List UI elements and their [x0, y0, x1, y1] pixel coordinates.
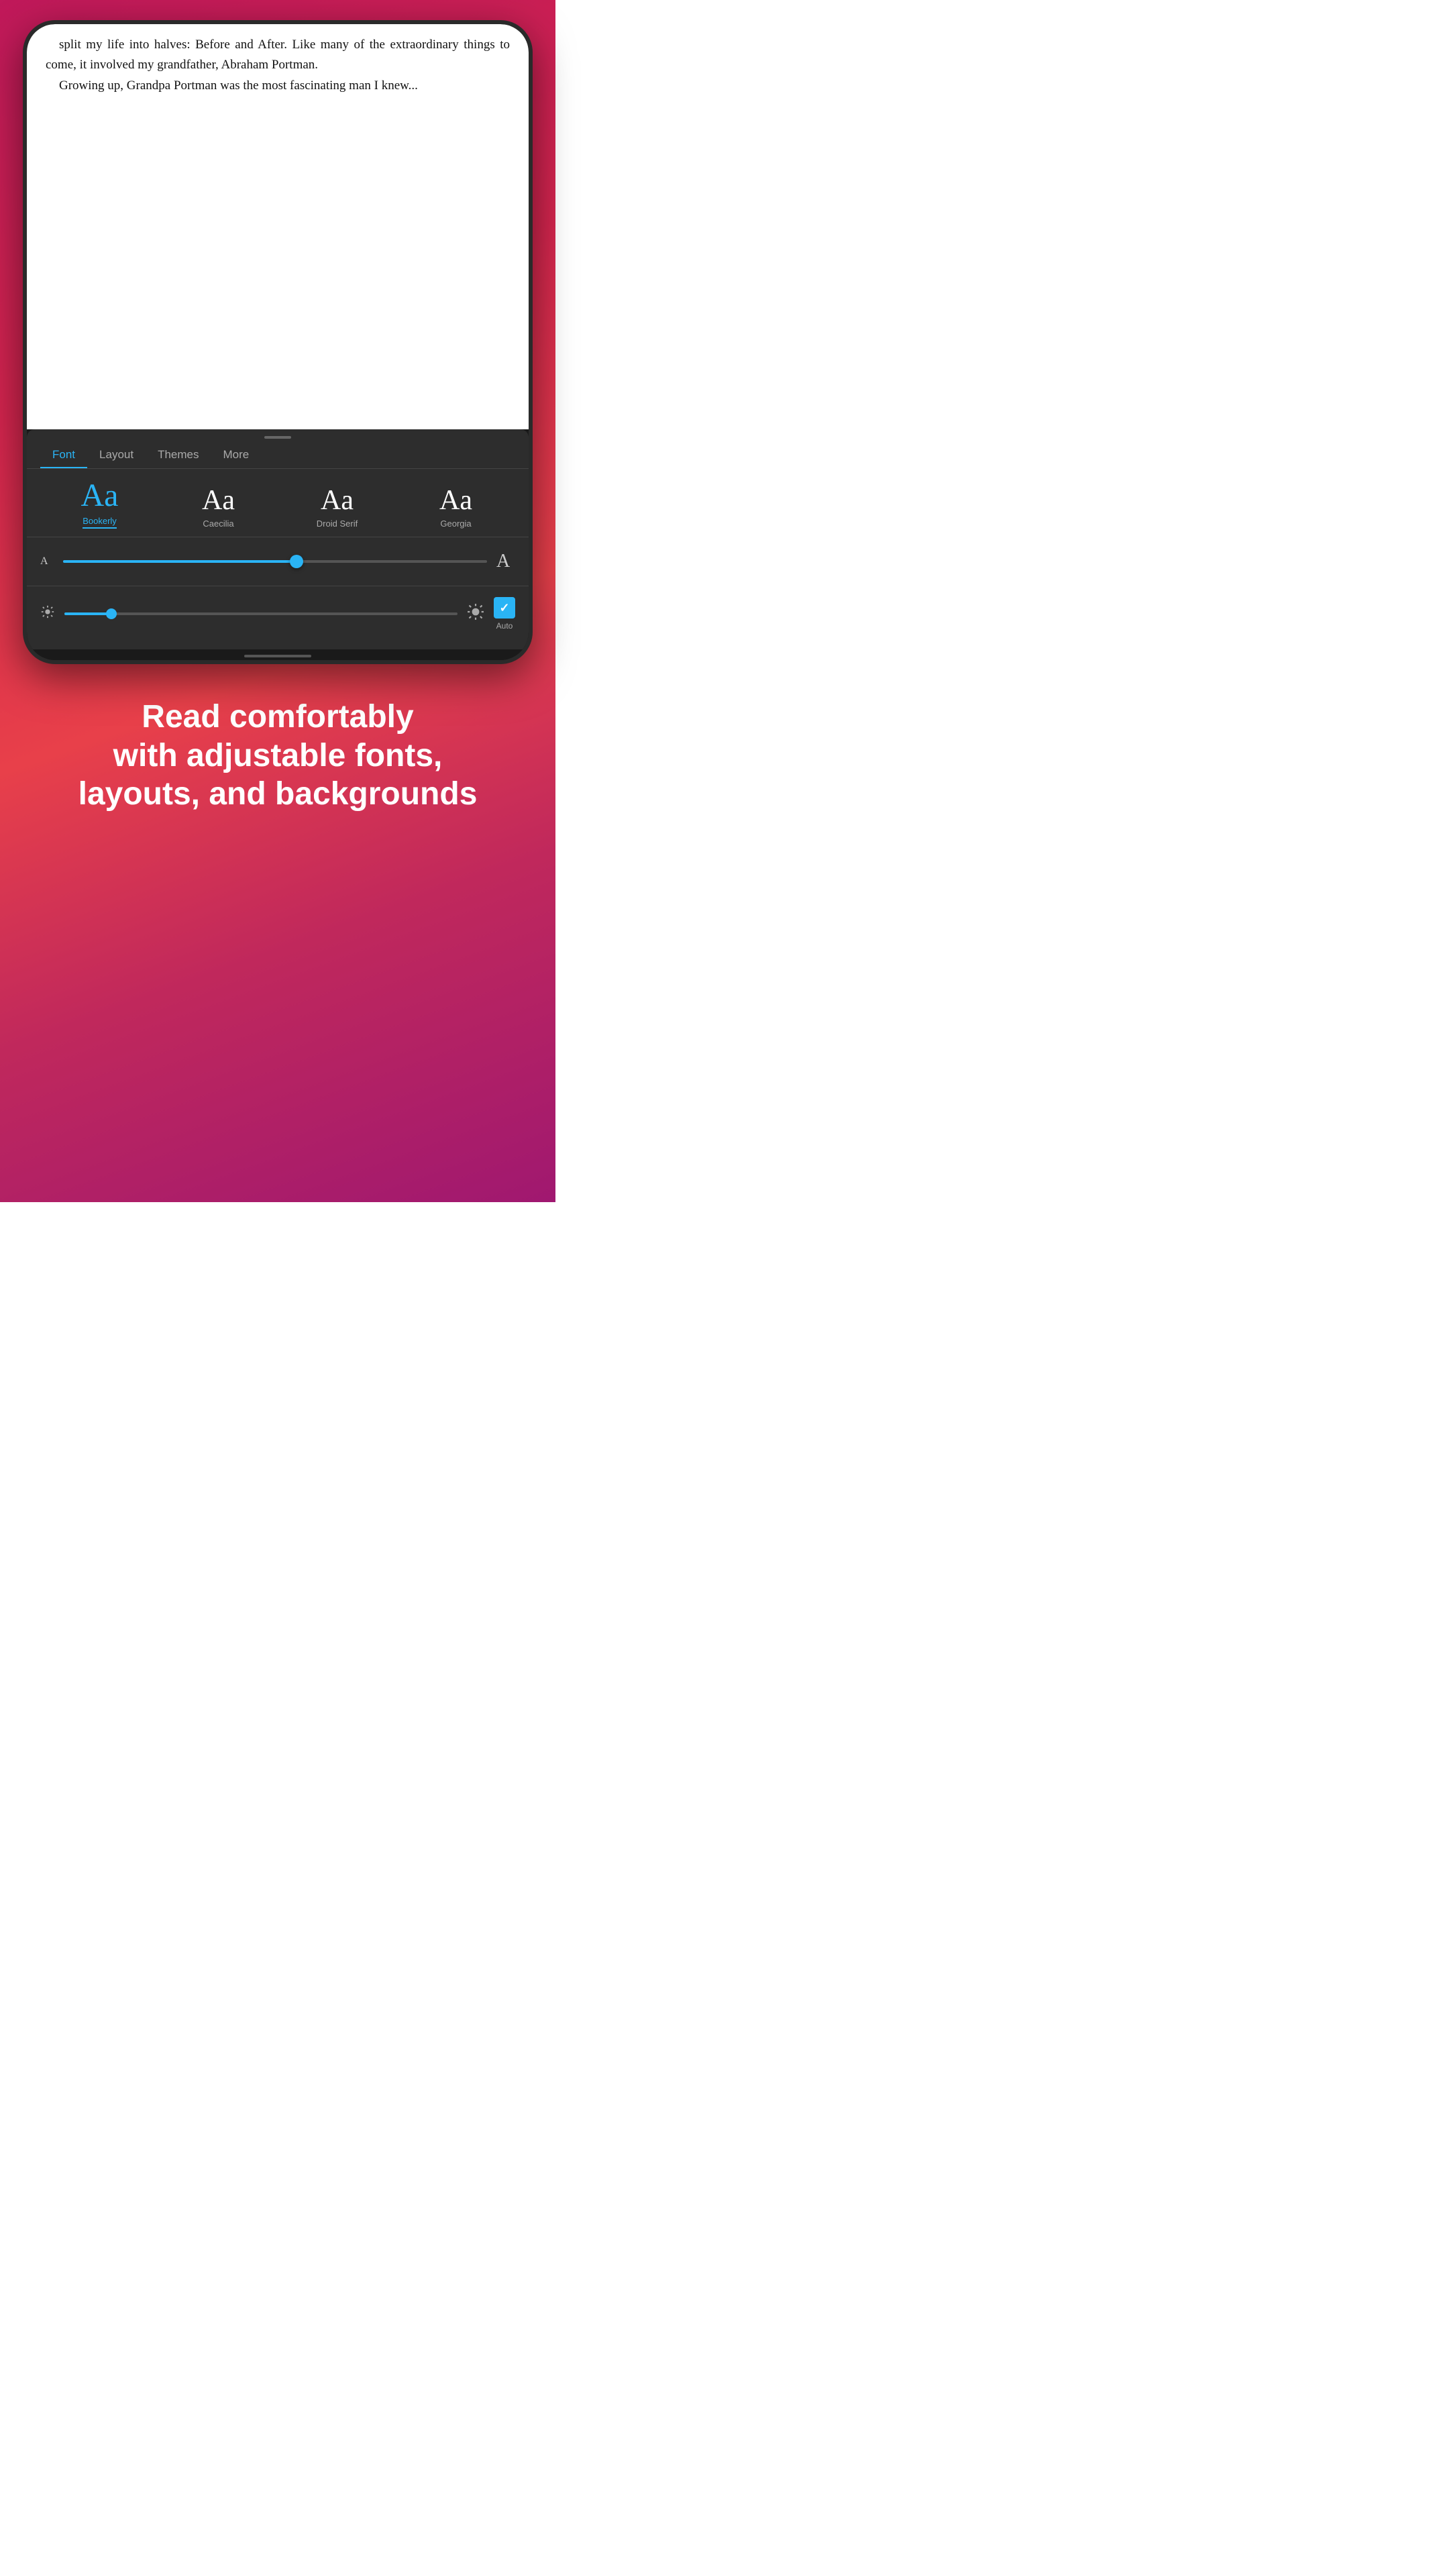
font-sample-georgia: Aa: [439, 486, 472, 515]
font-option-caecilia[interactable]: Aa Caecilia: [159, 486, 278, 529]
font-option-georgia[interactable]: Aa Georgia: [396, 486, 515, 529]
brightness-bright-icon: [467, 603, 484, 625]
background: split my life into halves: Before and Af…: [0, 0, 555, 1202]
bottom-panel: Font Layout Themes More Aa: [27, 429, 529, 649]
drag-handle-bar: [264, 436, 291, 439]
font-sample-bookerly: Aa: [81, 480, 119, 512]
slider-fill: [63, 560, 297, 563]
checkmark-icon: ✓: [499, 601, 509, 615]
drag-handle[interactable]: [27, 429, 529, 441]
brightness-slider[interactable]: [64, 612, 458, 615]
brightness-thumb[interactable]: [106, 608, 117, 619]
font-name-georgia: Georgia: [440, 519, 471, 529]
phone-frame: split my life into halves: Before and Af…: [23, 20, 533, 664]
tabs-bar: Font Layout Themes More: [27, 441, 529, 469]
font-option-droid[interactable]: Aa Droid Serif: [278, 486, 396, 529]
tagline: Read comfortably with adjustable fonts, …: [52, 698, 504, 814]
book-text: split my life into halves: Before and Af…: [46, 35, 510, 96]
font-sample-caecilia: Aa: [202, 486, 235, 515]
size-label-large: A: [496, 551, 515, 572]
font-name-bookerly: Bookerly: [83, 516, 117, 529]
font-name-droid: Droid Serif: [317, 519, 358, 529]
font-option-bookerly[interactable]: Aa Bookerly: [40, 480, 159, 529]
brightness-dim-icon: [40, 604, 55, 623]
home-bar: [244, 655, 311, 657]
book-paragraph-1: split my life into halves: Before and Af…: [46, 35, 510, 76]
tab-themes[interactable]: Themes: [146, 441, 211, 468]
tab-more[interactable]: More: [211, 441, 262, 468]
size-label-small: A: [40, 555, 54, 568]
brightness-row: ✓ Auto: [27, 586, 529, 641]
size-row: A A: [27, 537, 529, 586]
font-name-caecilia: Caecilia: [203, 519, 233, 529]
font-sample-droid: Aa: [321, 486, 354, 515]
brightness-fill: [64, 612, 111, 615]
book-paragraph-2: Growing up, Grandpa Portman was the most…: [46, 76, 510, 96]
checkbox-square: ✓: [494, 597, 515, 619]
auto-brightness-checkbox[interactable]: ✓ Auto: [494, 597, 515, 631]
book-content: split my life into halves: Before and Af…: [27, 24, 529, 429]
home-indicator: [27, 649, 529, 660]
auto-label: Auto: [496, 621, 513, 631]
tab-font[interactable]: Font: [40, 441, 87, 468]
tagline-text: Read comfortably with adjustable fonts, …: [78, 698, 478, 814]
slider-thumb[interactable]: [290, 555, 303, 568]
tab-layout[interactable]: Layout: [87, 441, 146, 468]
font-size-slider[interactable]: [63, 560, 487, 563]
font-options: Aa Bookerly Aa Caecilia Aa Droid Serif A…: [27, 469, 529, 537]
